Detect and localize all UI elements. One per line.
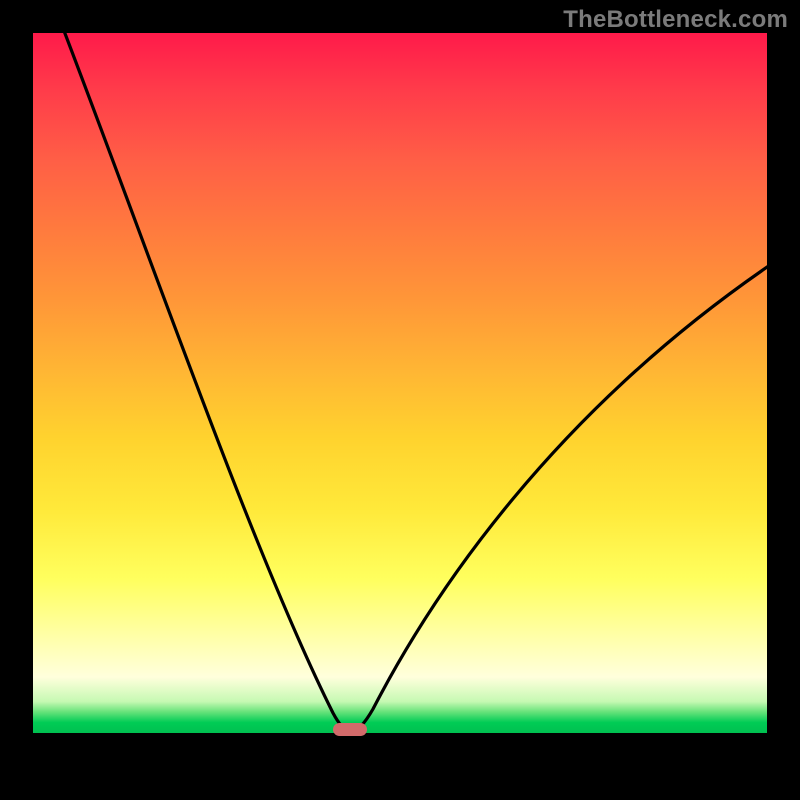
chart-area <box>33 33 767 767</box>
chart-gradient-background <box>33 33 767 733</box>
watermark-text: TheBottleneck.com <box>563 6 788 34</box>
bottleneck-marker <box>333 723 367 736</box>
